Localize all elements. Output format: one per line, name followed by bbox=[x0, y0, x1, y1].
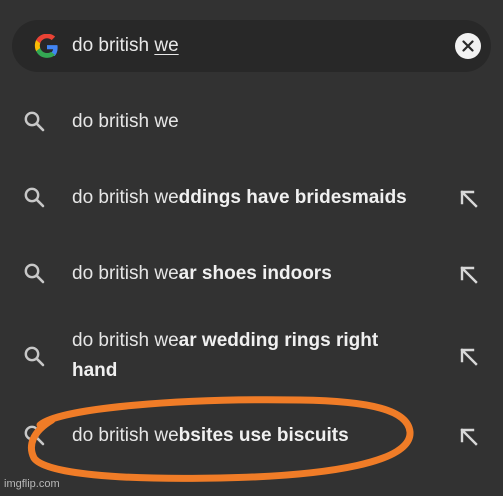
search-icon bbox=[24, 346, 45, 367]
query-typed-text: we bbox=[154, 35, 179, 56]
watermark: imgflip.com bbox=[4, 478, 60, 490]
suggestion-text: do british websites use biscuits bbox=[72, 425, 349, 446]
suggestion-item[interactable]: do british wear shoes indoors bbox=[0, 257, 503, 293]
fill-query-arrow-icon[interactable] bbox=[458, 264, 480, 286]
fill-query-arrow-icon[interactable] bbox=[458, 346, 480, 368]
search-icon bbox=[24, 111, 45, 132]
suggestion-item[interactable]: do british wear wedding rings right hand bbox=[0, 324, 503, 390]
suggestion-text: do british weddings have bridesmaids bbox=[72, 187, 407, 208]
suggestion-item[interactable]: do british we bbox=[0, 105, 503, 141]
suggestion-text: do british wear shoes indoors bbox=[72, 263, 332, 284]
suggestion-text: do british wear wedding rings right hand bbox=[72, 330, 379, 381]
fill-query-arrow-icon[interactable] bbox=[458, 188, 480, 210]
search-input[interactable]: do british we bbox=[72, 35, 179, 57]
search-icon bbox=[24, 187, 45, 208]
suggestion-item[interactable]: do british weddings have bridesmaids bbox=[0, 181, 503, 217]
suggestion-item[interactable]: do british websites use biscuits bbox=[0, 419, 503, 455]
suggestion-text: do british we bbox=[72, 111, 179, 132]
close-icon bbox=[462, 40, 474, 52]
fill-query-arrow-icon[interactable] bbox=[458, 426, 480, 448]
query-prefix: do british bbox=[72, 35, 155, 56]
search-bar[interactable]: do british we bbox=[12, 20, 491, 72]
search-icon bbox=[24, 263, 45, 284]
google-g-icon bbox=[34, 34, 58, 58]
search-icon bbox=[24, 425, 45, 446]
clear-button[interactable] bbox=[455, 33, 481, 59]
